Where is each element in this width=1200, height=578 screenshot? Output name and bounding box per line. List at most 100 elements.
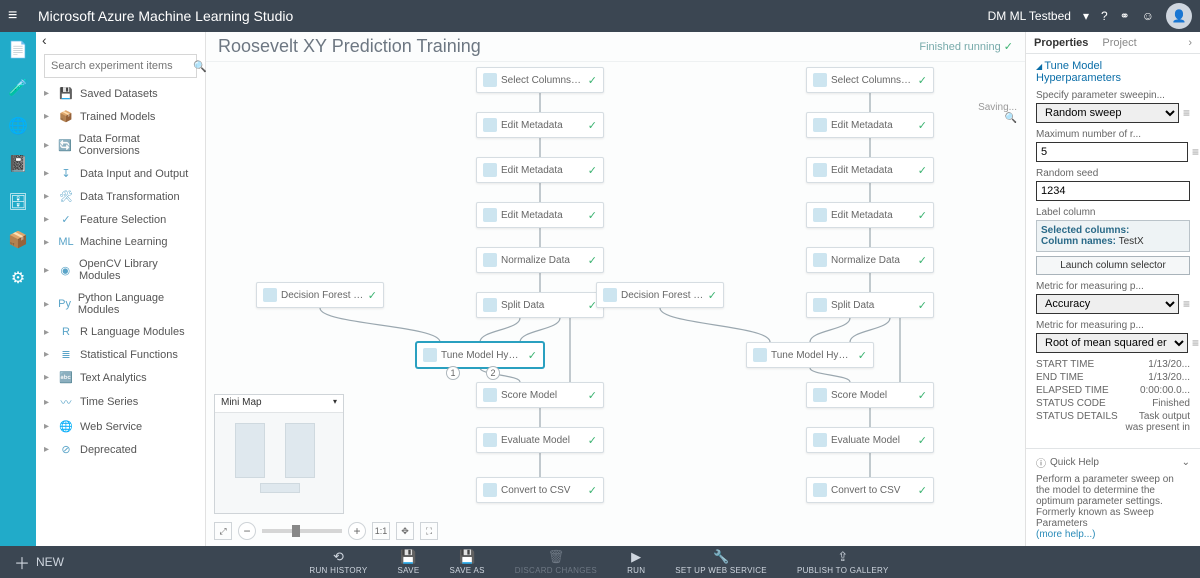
notebooks-icon[interactable]: 📓 xyxy=(6,152,30,176)
module-node[interactable]: Normalize Data✓ xyxy=(806,247,934,273)
feedback-icon[interactable]: ☺ xyxy=(1142,9,1154,23)
tab-project[interactable]: Project xyxy=(1102,37,1136,49)
sidebar-item[interactable]: ▸🌐Web Service xyxy=(36,415,205,438)
properties-section-title[interactable]: Tune Model Hyperparameters xyxy=(1036,60,1190,84)
save-as-button[interactable]: 💾SAVE AS xyxy=(449,549,484,575)
user-avatar[interactable]: 👤 xyxy=(1166,3,1192,29)
saving-indicator: Saving...🔍 xyxy=(978,102,1017,124)
module-node[interactable]: Select Columns in Dataset✓ xyxy=(806,67,934,93)
sidebar-item[interactable]: ▸⊘Deprecated xyxy=(36,438,205,461)
left-icon-rail: 📄 🧪 🌐 📓 🗄 📦 ⚙ xyxy=(0,32,36,546)
discard-button[interactable]: 🗑DISCARD CHANGES xyxy=(515,549,597,575)
new-button[interactable]: ＋NEW xyxy=(0,550,78,574)
run-button[interactable]: ▶RUN xyxy=(627,549,645,575)
module-node[interactable]: Decision Forest Regression✓ xyxy=(596,282,724,308)
launch-column-selector-button[interactable]: Launch column selector xyxy=(1036,256,1190,275)
minimap-header[interactable]: Mini Map xyxy=(215,395,343,413)
experiment-status: Finished running ✓ xyxy=(919,40,1013,53)
expand-panel-icon[interactable]: › xyxy=(1188,37,1192,49)
module-node[interactable]: Edit Metadata✓ xyxy=(806,157,934,183)
sidebar-item[interactable]: ▸🔤Text Analytics xyxy=(36,366,205,389)
more-help-link[interactable]: (more help...) xyxy=(1036,529,1095,540)
seed-label: Random seed xyxy=(1036,168,1190,179)
sidebar-item[interactable]: ▸📦Trained Models xyxy=(36,105,205,128)
sidebar-item[interactable]: ▸↧Data Input and Output xyxy=(36,162,205,185)
trained-models-icon[interactable]: 📦 xyxy=(6,228,30,252)
team-icon[interactable]: ⚭ xyxy=(1120,9,1130,23)
module-node[interactable]: Edit Metadata✓ xyxy=(476,157,604,183)
run-history-button[interactable]: ⟲RUN HISTORY xyxy=(309,549,367,575)
module-node[interactable]: Convert to CSV✓ xyxy=(476,477,604,503)
module-node[interactable]: Edit Metadata✓ xyxy=(806,112,934,138)
publish-gallery-button[interactable]: ⇪PUBLISH TO GALLERY xyxy=(797,549,889,575)
sidebar-item[interactable]: ▸◉OpenCV Library Modules xyxy=(36,253,205,287)
zoom-in-button[interactable]: + xyxy=(348,522,366,540)
seed-input[interactable] xyxy=(1036,181,1190,201)
workspace-chevron-icon[interactable]: ▾ xyxy=(1083,9,1089,23)
max-runs-input[interactable] xyxy=(1036,142,1188,162)
help-icon[interactable]: ? xyxy=(1101,9,1108,23)
settings-icon[interactable]: ⚙ xyxy=(6,266,30,290)
zoom-slider[interactable] xyxy=(262,529,342,533)
sidebar-item[interactable]: ▸🔄Data Format Conversions xyxy=(36,128,205,162)
zoom-out-button[interactable]: − xyxy=(238,522,256,540)
module-node[interactable]: Convert to CSV✓ xyxy=(806,477,934,503)
module-node[interactable]: Score Model✓ xyxy=(476,382,604,408)
max-runs-options-icon[interactable]: ≡ xyxy=(1192,145,1199,159)
module-palette: ‹ 🔍 ▸💾Saved Datasets▸📦Trained Models▸🔄Da… xyxy=(36,32,206,546)
zoom-actual-button[interactable]: 1:1 xyxy=(372,522,390,540)
param-mode-label: Specify parameter sweepin... xyxy=(1036,90,1190,101)
bottom-action-bar: ＋NEW ⟲RUN HISTORY 💾SAVE 💾SAVE AS 🗑DISCARD C… xyxy=(0,546,1200,578)
sidebar-item[interactable]: ▸PyPython Language Modules xyxy=(36,287,205,321)
minimap-body[interactable] xyxy=(215,413,343,513)
param-mode-options-icon[interactable]: ≡ xyxy=(1183,106,1190,120)
experiments-icon[interactable]: 🧪 xyxy=(6,76,30,100)
sidebar-item[interactable]: ▸RR Language Modules xyxy=(36,321,205,343)
module-node[interactable]: Tune Model Hyperparameters✓ xyxy=(746,342,874,368)
module-node[interactable]: Select Columns in Dataset✓ xyxy=(476,67,604,93)
fullscreen-icon[interactable]: ⛶ xyxy=(420,522,438,540)
save-button[interactable]: 💾SAVE xyxy=(398,549,420,575)
sidebar-item[interactable]: ▸🛠Data Transformation xyxy=(36,185,205,208)
fit-both-icon[interactable]: ⤢ xyxy=(214,522,232,540)
sidebar-item[interactable]: ▸≣Statistical Functions xyxy=(36,343,205,366)
tab-properties[interactable]: Properties xyxy=(1034,37,1088,49)
datasets-icon[interactable]: 🗄 xyxy=(6,190,30,214)
module-node[interactable]: Score Model✓ xyxy=(806,382,934,408)
sidebar-item[interactable]: ▸〰Time Series xyxy=(36,389,205,415)
quick-help-header[interactable]: ⓘ Quick Help xyxy=(1036,455,1190,470)
metric2-options-icon[interactable]: ≡ xyxy=(1192,336,1199,350)
output-port-label[interactable]: 1 xyxy=(446,366,460,380)
module-node[interactable]: Edit Metadata✓ xyxy=(476,202,604,228)
metric1-options-icon[interactable]: ≡ xyxy=(1183,297,1190,311)
web-services-icon[interactable]: 🌐 xyxy=(6,114,30,138)
module-node[interactable]: Decision Forest Regression✓ xyxy=(256,282,384,308)
module-node[interactable]: Evaluate Model✓ xyxy=(476,427,604,453)
module-node[interactable]: Split Data✓ xyxy=(806,292,934,318)
search-modules-input[interactable]: 🔍 xyxy=(44,54,197,78)
properties-panel: Properties Project › Tune Model Hyperpar… xyxy=(1026,32,1200,546)
selected-columns-box: Selected columns: Column names: TestX xyxy=(1036,220,1190,252)
sidebar-item[interactable]: ▸✓Feature Selection xyxy=(36,208,205,231)
sidebar-item[interactable]: ▸MLMachine Learning xyxy=(36,231,205,253)
module-node[interactable]: Normalize Data✓ xyxy=(476,247,604,273)
module-node[interactable]: Evaluate Model✓ xyxy=(806,427,934,453)
projects-icon[interactable]: 📄 xyxy=(6,38,30,62)
metric1-select[interactable]: Accuracy xyxy=(1036,294,1179,314)
minimap[interactable]: Mini Map xyxy=(214,394,344,514)
output-port-label[interactable]: 2 xyxy=(486,366,500,380)
experiment-title[interactable]: Roosevelt XY Prediction Training xyxy=(218,36,919,57)
experiment-canvas[interactable]: Roosevelt XY Prediction Training Finishe… xyxy=(206,32,1026,546)
module-node[interactable]: Edit Metadata✓ xyxy=(806,202,934,228)
module-node[interactable]: Tune Model Hyperparameters✓ xyxy=(416,342,544,368)
sidebar-item[interactable]: ▸💾Saved Datasets xyxy=(36,82,205,105)
hamburger-icon[interactable]: ≡ xyxy=(8,7,28,25)
param-mode-select[interactable]: Random sweep xyxy=(1036,103,1179,123)
pan-icon[interactable]: ✥ xyxy=(396,522,414,540)
module-node[interactable]: Edit Metadata✓ xyxy=(476,112,604,138)
metric2-select[interactable]: Root of mean squared er xyxy=(1036,333,1188,353)
collapse-sidebar-icon[interactable]: ‹ xyxy=(36,32,205,50)
workspace-name[interactable]: DM ML Testbed xyxy=(988,9,1071,23)
setup-web-service-button[interactable]: 🔧SET UP WEB SERVICE xyxy=(675,549,767,575)
module-node[interactable]: Split Data✓ xyxy=(476,292,604,318)
